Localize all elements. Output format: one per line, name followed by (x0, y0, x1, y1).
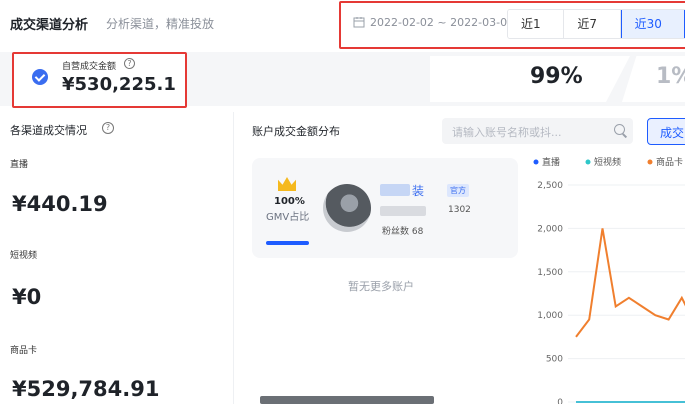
self-operated-label: 自营成交金额 (62, 62, 117, 72)
channel-name-video: 短视频 (10, 251, 38, 261)
channel-name-card: 商品卡 (10, 346, 38, 356)
official-badge: 官方 (447, 184, 469, 197)
tab-30-days[interactable]: 近30天 (620, 10, 685, 38)
tab-7-days[interactable]: 近7天 (564, 10, 621, 38)
y-tick-label: 2,500 (537, 181, 563, 191)
calendar-icon (353, 17, 365, 28)
trend-chart-svg: 直播 短视频 商品卡 2,500 2,000 1,500 1,000 500 0 (533, 156, 685, 404)
page-subtitle: 分析渠道，精准投放 (106, 17, 215, 31)
account-id: 1302 (448, 205, 471, 215)
column-divider (233, 112, 234, 404)
legend-dot-2 (647, 159, 653, 165)
gmv-share-bar (266, 241, 309, 245)
search-icon[interactable] (614, 124, 625, 135)
legend-dot-0 (533, 159, 539, 165)
blurred-name (380, 184, 410, 196)
date-range-picker[interactable]: 2022-02-02 ~ 2022-03-03 (370, 16, 514, 29)
channel-value-live: ¥440.19 (12, 192, 108, 216)
account-search-placeholder: 请输入账号名称或抖... (452, 126, 562, 139)
share-value-a: 99% (530, 64, 583, 89)
help-icon[interactable]: ? (124, 58, 135, 69)
trend-chart: 直播 短视频 商品卡 2,500 2,000 1,500 1,000 500 0 (528, 150, 685, 404)
account-name[interactable]: 装 (380, 182, 424, 198)
channel-value-card: ¥529,784.91 (12, 377, 160, 401)
gmv-percent: 100% (274, 196, 305, 207)
check-icon (32, 69, 48, 85)
series-line-2 (575, 228, 685, 338)
channel-name-live: 直播 (10, 160, 29, 170)
y-tick-label: 500 (546, 355, 563, 365)
tab-1-day[interactable]: 近1天 (508, 10, 565, 38)
legend-label-1[interactable]: 短视频 (594, 156, 621, 168)
range-tabs: 近1天 近7天 近30天 (507, 9, 685, 39)
help-icon[interactable]: ? (102, 122, 114, 134)
accounts-title: 账户成交金额分布 (252, 125, 340, 138)
avatar (323, 184, 371, 232)
fans-count: 粉丝数 68 (382, 227, 424, 237)
horizontal-scrollbar[interactable] (260, 396, 434, 404)
no-more-accounts: 暂无更多账户 (348, 280, 414, 293)
blurred-id (380, 206, 426, 216)
legend-label-0[interactable]: 直播 (542, 156, 560, 168)
share-value-b: 1% (656, 64, 685, 89)
deal-button-label: 成交 (660, 126, 685, 140)
legend-label-2[interactable]: 商品卡 (656, 156, 683, 168)
channels-title: 各渠道成交情况 (10, 124, 87, 137)
self-operated-value: ¥530,225.1 (62, 74, 176, 95)
gmv-share-label: GMV占比 (266, 212, 310, 223)
y-tick-label: 1,000 (537, 311, 563, 321)
page-title: 成交渠道分析 (10, 18, 89, 33)
y-tick-label: 1,500 (537, 268, 563, 278)
channel-value-video: ¥0 (12, 285, 42, 309)
y-tick-label: 0 (557, 398, 563, 404)
legend-dot-1 (585, 159, 591, 165)
account-name-text: 装 (412, 183, 425, 198)
y-tick-label: 2,000 (537, 224, 563, 234)
